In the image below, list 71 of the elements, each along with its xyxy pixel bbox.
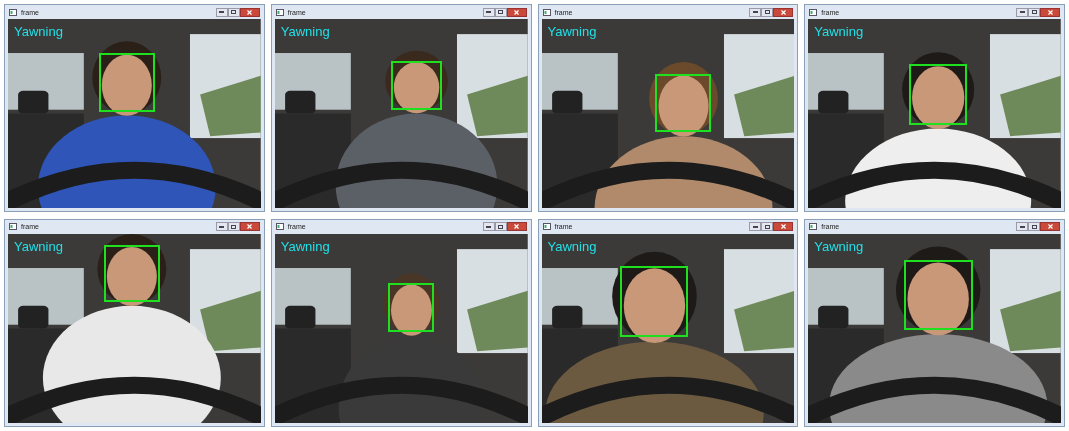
close-icon bbox=[780, 224, 786, 229]
close-icon bbox=[780, 9, 786, 15]
minimize-icon bbox=[1019, 225, 1025, 228]
close-button[interactable] bbox=[506, 222, 527, 231]
maximize-icon bbox=[231, 224, 237, 229]
detection-label: Yawning bbox=[280, 239, 330, 253]
close-button[interactable] bbox=[1040, 222, 1060, 231]
maximize-button[interactable] bbox=[494, 7, 507, 17]
face-box bbox=[909, 64, 968, 125]
maximize-button[interactable] bbox=[761, 7, 774, 17]
maximize-button[interactable] bbox=[761, 222, 774, 231]
minimize-button[interactable] bbox=[215, 7, 228, 17]
close-button[interactable] bbox=[239, 7, 260, 17]
close-button[interactable] bbox=[239, 222, 260, 231]
maximize-icon bbox=[1031, 10, 1037, 14]
minimize-icon bbox=[1019, 11, 1025, 13]
detection-label: Yawning bbox=[814, 239, 864, 253]
close-icon bbox=[247, 224, 253, 229]
maximize-icon bbox=[498, 224, 503, 229]
minimize-icon bbox=[219, 225, 225, 228]
face-box bbox=[388, 282, 434, 332]
detection-label: Yawning bbox=[814, 25, 864, 38]
minimize-icon bbox=[752, 225, 758, 228]
window-icon bbox=[275, 223, 284, 230]
minimize-icon bbox=[219, 11, 225, 13]
maximize-icon bbox=[764, 224, 770, 229]
window-icon bbox=[542, 223, 551, 230]
maximize-button[interactable] bbox=[227, 7, 240, 17]
maximize-button[interactable] bbox=[1028, 7, 1040, 17]
face-box bbox=[99, 53, 155, 112]
window-icon bbox=[809, 223, 818, 230]
minimize-button[interactable] bbox=[1016, 7, 1028, 17]
minimize-button[interactable] bbox=[1016, 222, 1028, 231]
maximize-button[interactable] bbox=[494, 222, 507, 231]
maximize-icon bbox=[1031, 224, 1037, 229]
face-box bbox=[904, 259, 973, 330]
close-icon bbox=[1047, 9, 1053, 15]
close-icon bbox=[514, 224, 519, 229]
maximize-icon bbox=[764, 10, 770, 14]
close-icon bbox=[247, 9, 253, 15]
minimize-button[interactable] bbox=[482, 222, 495, 231]
minimize-icon bbox=[752, 11, 758, 13]
minimize-button[interactable] bbox=[749, 7, 762, 17]
detection-label: Yawning bbox=[547, 25, 597, 38]
minimize-icon bbox=[486, 225, 491, 228]
window-icon bbox=[275, 8, 284, 16]
minimize-button[interactable] bbox=[215, 222, 228, 231]
minimize-button[interactable] bbox=[482, 7, 495, 17]
minimize-icon bbox=[486, 11, 491, 13]
minimize-button[interactable] bbox=[749, 222, 762, 231]
face-box bbox=[104, 244, 160, 302]
window-icon bbox=[809, 8, 818, 16]
detection-label: Yawning bbox=[547, 239, 597, 253]
close-icon bbox=[1047, 224, 1053, 229]
face-box bbox=[655, 73, 711, 133]
close-button[interactable] bbox=[773, 222, 794, 231]
close-icon bbox=[514, 9, 519, 15]
window-icon bbox=[9, 223, 17, 230]
close-button[interactable] bbox=[773, 7, 794, 17]
face-box bbox=[391, 60, 442, 110]
maximize-button[interactable] bbox=[1028, 222, 1040, 231]
detection-label: Yawning bbox=[14, 25, 63, 38]
maximize-icon bbox=[498, 10, 503, 14]
close-button[interactable] bbox=[1040, 7, 1060, 17]
window-icon bbox=[542, 8, 551, 16]
detection-label: Yawning bbox=[280, 25, 330, 38]
maximize-icon bbox=[231, 10, 237, 14]
maximize-button[interactable] bbox=[227, 222, 240, 231]
close-button[interactable] bbox=[506, 7, 527, 17]
detection-label: Yawning bbox=[14, 239, 63, 253]
window-icon bbox=[9, 8, 17, 16]
